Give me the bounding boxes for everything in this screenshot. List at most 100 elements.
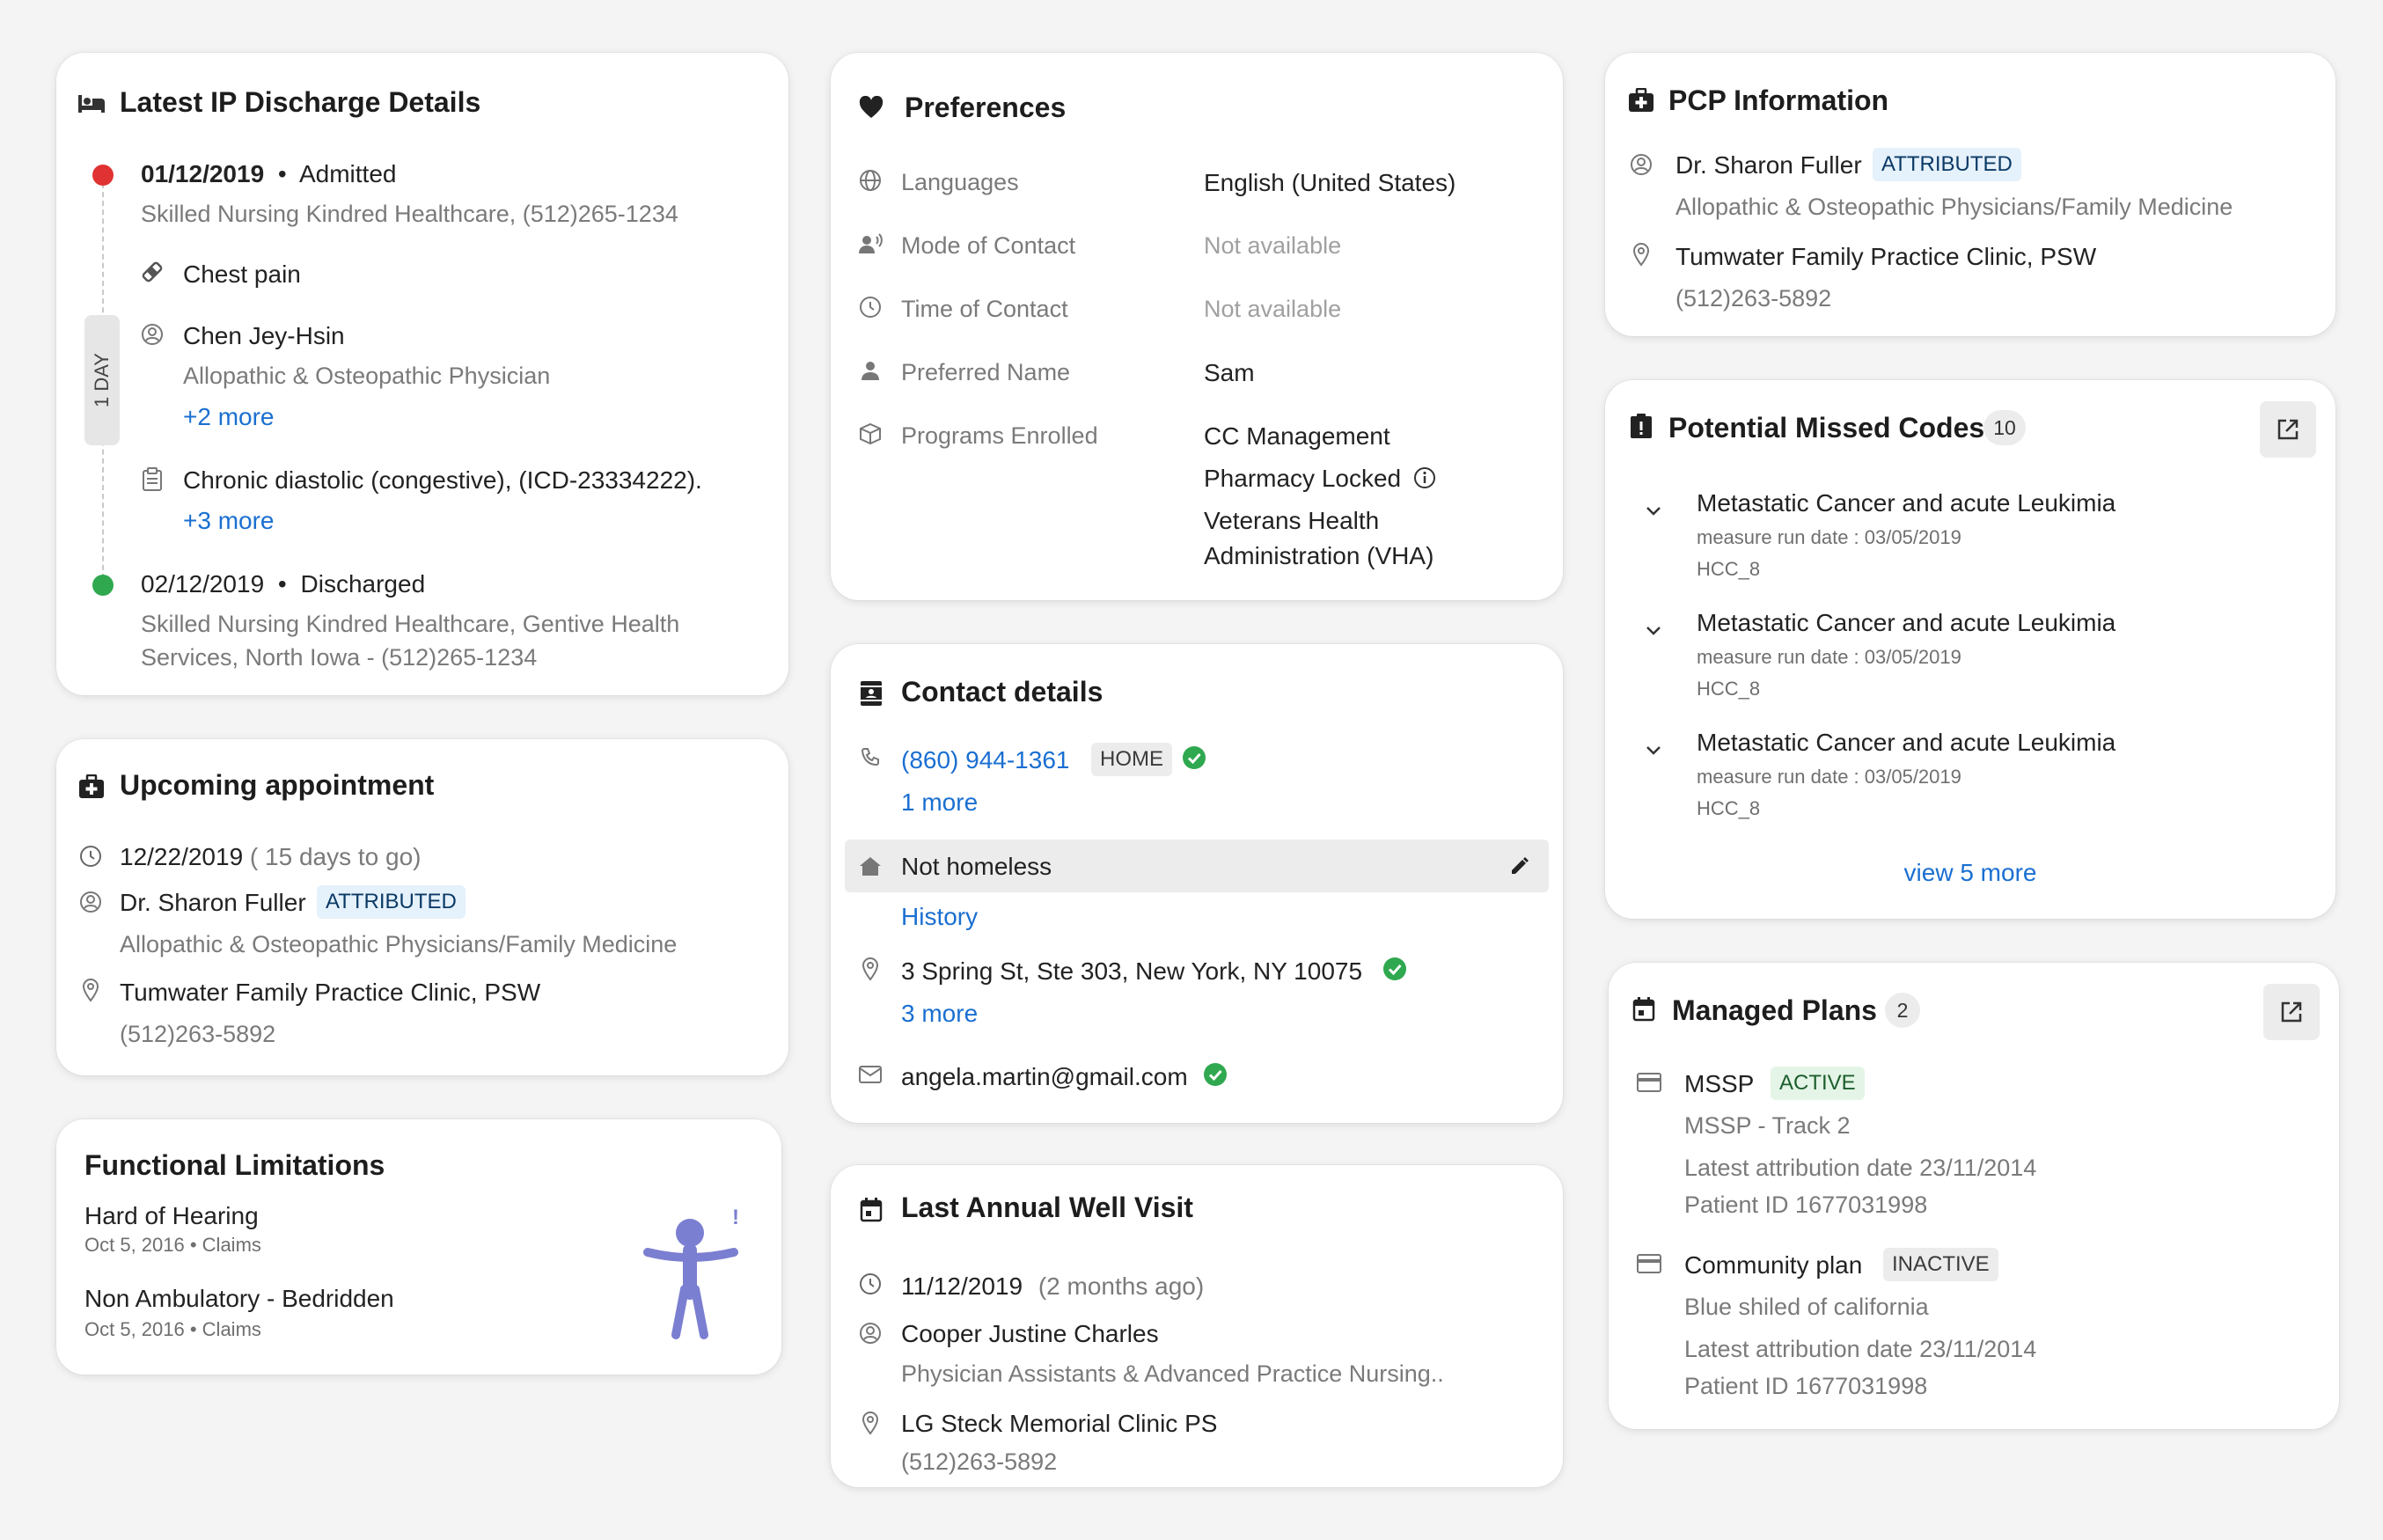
duration-pill: 1 DAY	[84, 315, 120, 445]
annual-visit-provider: Cooper Justine Charles	[901, 1320, 1159, 1347]
mail-icon	[857, 1061, 884, 1088]
missed-code-code: HCC_8	[1697, 558, 1761, 580]
functional-title: Functional Limitations	[84, 1149, 385, 1181]
discharged-facility-line1: Skilled Nursing Kindred Healthcare, Gent…	[141, 611, 680, 637]
plans-open-button[interactable]	[2263, 984, 2320, 1040]
pref-value-name: Sam	[1204, 359, 1255, 386]
missed-code-date: measure run date : 03/05/2019	[1697, 526, 1961, 548]
bandage-icon	[139, 259, 165, 285]
functional-card: Functional Limitations Hard of Hearing O…	[56, 1119, 781, 1375]
missed-code-name: Metastatic Cancer and acute Leukimia	[1697, 489, 2116, 517]
pcp-phone: (512)263-5892	[1675, 285, 1832, 312]
program-vha-line1: Veterans Health	[1204, 507, 1380, 534]
diagnosis-more-link[interactable]: +3 more	[183, 507, 275, 535]
pref-label-languages: Languages	[901, 169, 1019, 195]
person-icon	[857, 357, 884, 384]
missed-code-code: HCC_8	[1697, 797, 1761, 819]
phone-more-link[interactable]: 1 more	[901, 788, 978, 817]
clock-icon	[857, 1271, 884, 1297]
missed-codes-open-button[interactable]	[2260, 401, 2316, 458]
housing-row[interactable]: Not homeless	[845, 840, 1549, 892]
program-cc-management: CC Management	[1204, 422, 1390, 450]
annual-visit-clinic: LG Steck Memorial Clinic PS	[901, 1410, 1218, 1437]
person-circle-icon	[857, 1320, 884, 1346]
discharged-facility-line2: Services, North Iowa - (512)265-1234	[141, 644, 538, 671]
discharged-separator: •	[277, 570, 287, 598]
pref-label-mode: Mode of Contact	[901, 232, 1076, 259]
discharge-title: Latest IP Discharge Details	[120, 86, 481, 118]
program-vha-line2: Administration (VHA)	[1204, 542, 1434, 569]
plan-patient-id: Patient ID 1677031998	[1684, 1373, 1928, 1399]
appointment-date-line: 12/22/2019 ( 15 days to go)	[120, 843, 421, 871]
preferences-card: Preferences Languages English (United St…	[831, 53, 1563, 600]
external-link-icon	[2281, 1001, 2302, 1023]
info-icon[interactable]	[1411, 465, 1438, 491]
missed-code-name: Metastatic Cancer and acute Leukimia	[1697, 609, 2116, 636]
person-circle-icon	[139, 321, 165, 348]
functional-item-name: Hard of Hearing	[84, 1202, 259, 1229]
chevron-down-icon[interactable]	[1640, 498, 1667, 524]
pcp-clinic: Tumwater Family Practice Clinic, PSW	[1675, 243, 2097, 270]
location-pin-icon	[857, 956, 884, 982]
discharged-dot	[92, 575, 114, 596]
verified-check-icon	[1202, 1061, 1228, 1088]
discharge-card: Latest IP Discharge Details 1 DAY 01/12/…	[56, 53, 788, 695]
plan-status-badge: INACTIVE	[1883, 1248, 1998, 1281]
globe-icon	[857, 167, 884, 194]
pref-value-time: Not available	[1204, 296, 1342, 322]
appointment-doctor: Dr. Sharon Fuller	[120, 889, 306, 916]
plan-sub: MSSP - Track 2	[1684, 1112, 1851, 1139]
annual-visit-relative: (2 months ago)	[1038, 1272, 1205, 1300]
chevron-down-icon[interactable]	[1640, 737, 1667, 764]
history-link[interactable]: History	[901, 903, 978, 931]
appointment-relative: ( 15 days to go)	[249, 843, 422, 870]
functional-item-meta: Oct 5, 2016 • Claims	[84, 1318, 261, 1340]
contact-card: Contact details (860) 944-1361 HOME 1 mo…	[831, 644, 1563, 1123]
medical-bag-icon	[1626, 84, 1656, 116]
calendar-icon	[1630, 994, 1658, 1024]
appointment-phone: (512)263-5892	[120, 1021, 276, 1047]
location-pin-icon	[857, 1410, 884, 1436]
clock-icon	[857, 294, 884, 320]
voice-icon	[857, 231, 884, 257]
contact-book-icon	[857, 678, 885, 709]
appointment-clinic: Tumwater Family Practice Clinic, PSW	[120, 979, 541, 1006]
missed-code-code: HCC_8	[1697, 678, 1761, 700]
plans-title: Managed Plans	[1672, 994, 1877, 1026]
plan-name: Community plan	[1684, 1251, 1863, 1279]
annual-visit-specialty: Physician Assistants & Advanced Practice…	[901, 1360, 1444, 1387]
phone-tag-badge: HOME	[1091, 743, 1172, 776]
phone-icon	[857, 744, 884, 771]
admitted-line: 01/12/2019 • Admitted	[141, 160, 396, 188]
edit-pencil-icon[interactable]	[1507, 853, 1533, 879]
accessibility-figure-icon	[641, 1211, 746, 1343]
email-text[interactable]: angela.martin@gmail.com	[901, 1063, 1188, 1091]
pcp-title: PCP Information	[1668, 84, 1889, 116]
housing-status: Not homeless	[901, 853, 1052, 880]
provider-specialty: Allopathic & Osteopathic Physician	[183, 363, 551, 389]
plans-card: Managed Plans 2 MSSP ACTIVE MSSP - Track…	[1609, 963, 2339, 1429]
missed-codes-title: Potential Missed Codes	[1668, 412, 1985, 444]
provider-more-link[interactable]: +2 more	[183, 403, 275, 431]
chevron-down-icon[interactable]	[1640, 618, 1667, 644]
annual-visit-date-line: 11/12/2019 (2 months ago)	[901, 1272, 1204, 1301]
person-circle-icon	[77, 889, 104, 915]
plan-status-badge: ACTIVE	[1771, 1067, 1865, 1100]
admitted-facility: Skilled Nursing Kindred Healthcare, (512…	[141, 201, 678, 227]
discharged-status: Discharged	[300, 570, 426, 598]
appointment-title: Upcoming appointment	[120, 769, 435, 801]
plan-patient-id: Patient ID 1677031998	[1684, 1192, 1928, 1218]
phone-link[interactable]: (860) 944-1361	[901, 746, 1069, 774]
address-more-link[interactable]: 3 more	[901, 1000, 978, 1028]
provider-name: Chen Jey-Hsin	[183, 322, 345, 349]
pref-label-time: Time of Contact	[901, 296, 1068, 322]
box-icon	[857, 421, 884, 447]
missed-codes-card: Potential Missed Codes 10 Metastatic Can…	[1605, 380, 2335, 919]
view-more-link[interactable]: view 5 more	[1605, 859, 2335, 887]
alert-mark: !	[732, 1206, 739, 1229]
plan-attribution: Latest attribution date 23/11/2014	[1684, 1336, 2037, 1362]
external-link-icon	[2277, 419, 2299, 440]
missed-code-name: Metastatic Cancer and acute Leukimia	[1697, 729, 2116, 756]
person-circle-icon	[1628, 151, 1654, 178]
appointment-specialty: Allopathic & Osteopathic Physicians/Fami…	[120, 931, 678, 957]
